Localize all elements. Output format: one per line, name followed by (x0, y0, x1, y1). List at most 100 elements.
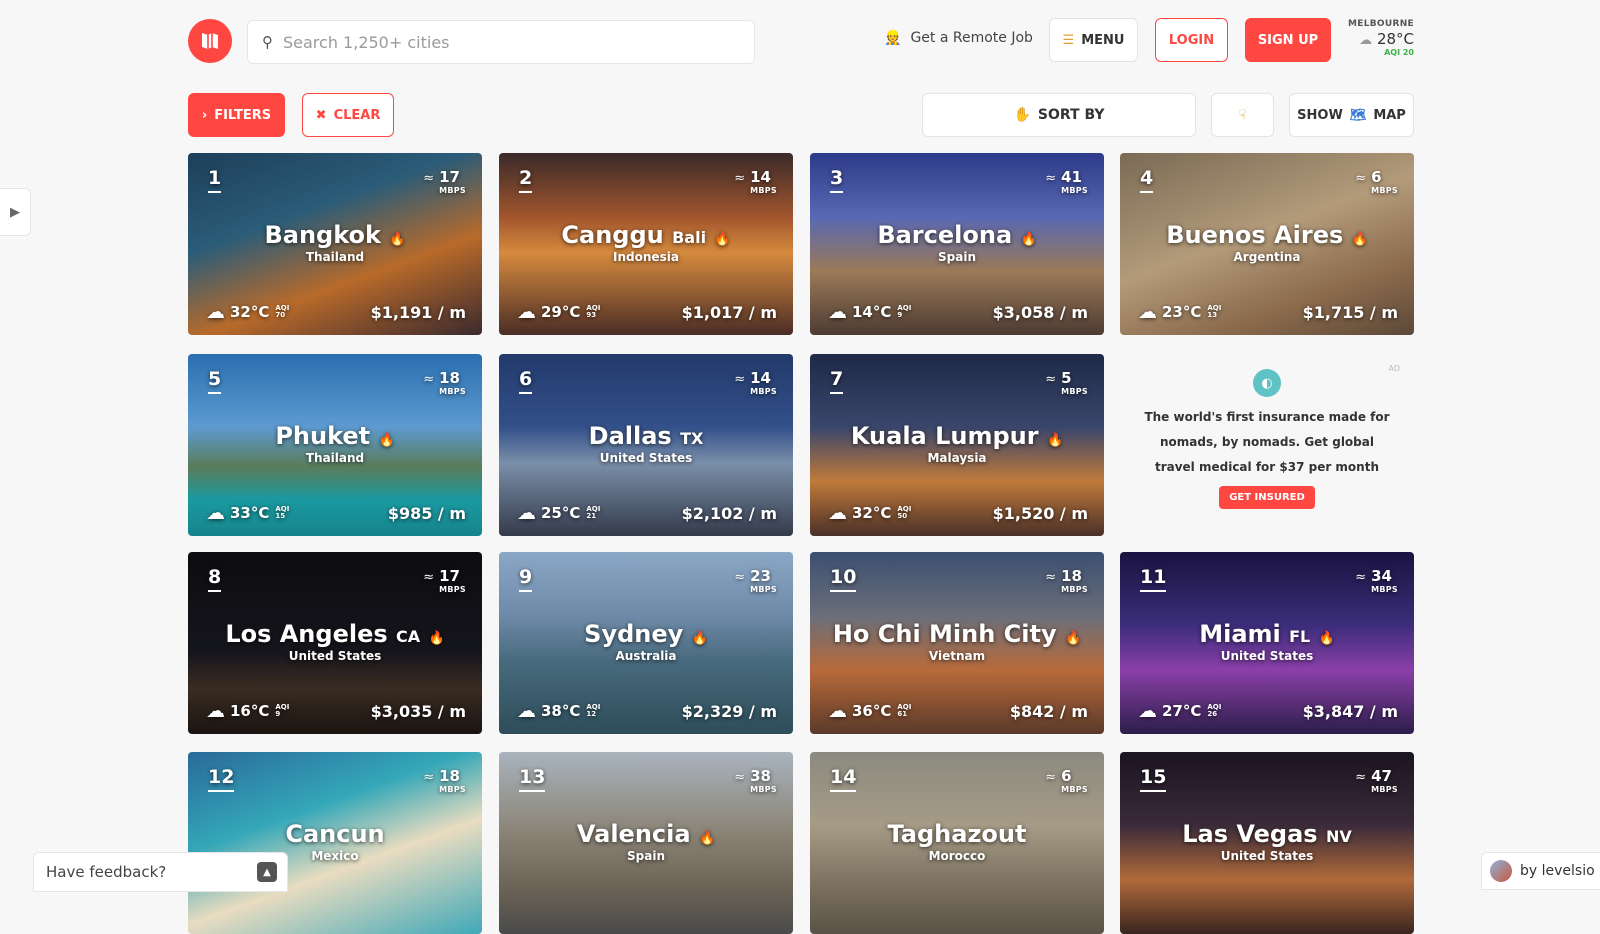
ad-text: The world's first insurance made for nom… (1144, 410, 1390, 474)
wifi-icon: ≈ (1045, 372, 1057, 387)
city-name-line: Bangkok 🔥 (188, 221, 482, 249)
city-cost: $1,520 / m (992, 503, 1088, 523)
city-title: Canggu Bali 🔥 Indonesia (499, 221, 793, 264)
city-title: Barcelona 🔥 Spain (810, 221, 1104, 264)
sort-direction-button[interactable]: ☟ (1211, 93, 1274, 137)
search-box[interactable]: ⚲ (247, 20, 755, 64)
city-card[interactable]: 12 ≈18 MBPS Cancun Mexico (188, 752, 482, 934)
aqi-value: 70 (275, 311, 286, 319)
city-card[interactable]: 6 ≈14 MBPS Dallas TX United States ☁ 25°C AQI 21… (499, 354, 793, 536)
city-country: Indonesia (613, 250, 679, 264)
city-rank: 11 (1140, 568, 1167, 592)
fire-icon: 🔥 (1318, 631, 1335, 646)
internet-speed: ≈17 MBPS (423, 566, 466, 595)
city-weather: ☁ 14°C AQI 9 (828, 301, 911, 323)
cloud-icon: ☁ (828, 700, 847, 722)
card-footer: ☁ 29°C AQI 93 $1,017 / m (517, 301, 777, 323)
sidebar-toggle[interactable]: ▶ (0, 188, 31, 236)
logo[interactable] (188, 19, 232, 63)
header-weather: MELBOURNE ☁ 28°C AQI 20 (1346, 19, 1414, 57)
clear-label: CLEAR (333, 107, 381, 123)
internet-speed: ≈6 MBPS (1355, 167, 1398, 196)
city-title: Miami FL 🔥 United States (1120, 620, 1414, 663)
clear-button[interactable]: ✖ CLEAR (302, 93, 394, 137)
fire-icon: 🔥 (389, 232, 406, 247)
mbps-unit: MBPS (439, 585, 466, 594)
get-insured-button[interactable]: GET INSURED (1219, 486, 1315, 509)
city-card[interactable]: 13 ≈38 MBPS Valencia 🔥 Spain (499, 752, 793, 934)
city-card[interactable]: 5 ≈18 MBPS Phuket 🔥 Thailand ☁ 33°C AQI 15 $985 /… (188, 354, 482, 536)
byline-badge[interactable]: by levelsio (1481, 852, 1600, 890)
city-weather: ☁ 32°C AQI 50 (828, 502, 911, 524)
city-card[interactable]: 2 ≈14 MBPS Canggu Bali 🔥 Indonesia ☁ 29°C AQI 93… (499, 153, 793, 335)
chevron-right-icon: › (201, 107, 208, 123)
cloud-icon: ☁ (206, 301, 225, 323)
filters-button[interactable]: › FILTERS (188, 93, 285, 137)
city-country: Morocco (928, 849, 986, 863)
aqi-value: 9 (897, 311, 903, 319)
city-weather: ☁ 27°C AQI 26 (1138, 700, 1221, 722)
aqi-badge: AQI 70 (275, 305, 289, 319)
city-temp: 16°C (230, 702, 270, 720)
byline-label: by levelsio (1520, 863, 1595, 879)
remote-job-link[interactable]: 👷 Get a Remote Job (884, 30, 1033, 46)
city-card[interactable]: 9 ≈23 MBPS Sydney 🔥 Australia ☁ 38°C AQI 12 $2,32… (499, 552, 793, 734)
city-weather: ☁ 25°C AQI 21 (517, 502, 600, 524)
wifi-icon: ≈ (734, 372, 746, 387)
city-name-line: Sydney 🔥 (499, 620, 793, 648)
menu-button[interactable]: ☰ MENU (1049, 18, 1138, 62)
city-name: Sydney (584, 620, 684, 648)
city-card[interactable]: 15 ≈47 MBPS Las Vegas NV United States (1120, 752, 1414, 934)
city-card[interactable]: 7 ≈5 MBPS Kuala Lumpur 🔥 Malaysia ☁ 32°C AQI 50 $… (810, 354, 1104, 536)
city-weather: ☁ 36°C AQI 61 (828, 700, 911, 722)
aqi-badge: AQI 26 (1207, 704, 1221, 718)
signup-button[interactable]: SIGN UP (1245, 18, 1331, 62)
city-cost: $3,058 / m (992, 302, 1088, 322)
mbps-value: 5 (1061, 369, 1072, 387)
internet-speed: ≈47 MBPS (1355, 766, 1398, 795)
show-map-button[interactable]: SHOW 🗺 MAP (1289, 93, 1414, 137)
shield-icon: ◐ (1253, 369, 1281, 397)
city-cost: $3,847 / m (1302, 701, 1398, 721)
city-rank: 6 (519, 370, 533, 394)
city-country: United States (599, 451, 693, 465)
aqi-value: 93 (586, 311, 597, 319)
city-card[interactable]: 4 ≈6 MBPS Buenos Aires 🔥 Argentina ☁ 23°C AQI 13… (1120, 153, 1414, 335)
aqi-value: 9 (275, 710, 281, 718)
city-country: Australia (615, 649, 677, 663)
worker-icon: 👷 (884, 30, 902, 46)
menu-label: MENU (1081, 32, 1125, 48)
city-name: Barcelona (877, 221, 1013, 249)
weather-aqi: AQI 20 (1384, 48, 1414, 57)
mbps-unit: MBPS (1061, 387, 1088, 396)
aqi-value: 61 (897, 710, 908, 718)
aqi-badge: AQI 9 (897, 305, 911, 319)
ad-card[interactable]: AD ◐ The world's first insurance made fo… (1120, 354, 1414, 536)
internet-speed: ≈18 MBPS (423, 368, 466, 397)
city-cost: $2,329 / m (681, 701, 777, 721)
sort-by-button[interactable]: ✋ SORT BY (922, 93, 1196, 137)
aqi-badge: AQI 93 (586, 305, 600, 319)
city-card[interactable]: 8 ≈17 MBPS Los Angeles CA 🔥 United States ☁ 16… (188, 552, 482, 734)
city-name-line: Dallas TX (499, 422, 793, 450)
ad-label: AD (1388, 364, 1400, 373)
card-footer: ☁ 33°C AQI 15 $985 / m (206, 502, 466, 524)
city-card[interactable]: 11 ≈34 MBPS Miami FL 🔥 United States ☁ 27°C AQI… (1120, 552, 1414, 734)
city-temp: 27°C (1162, 702, 1202, 720)
city-country: Malaysia (927, 451, 987, 465)
city-card[interactable]: 3 ≈41 MBPS Barcelona 🔥 Spain ☁ 14°C AQI 9 $3,058 … (810, 153, 1104, 335)
aqi-value: 12 (586, 710, 597, 718)
aqi-value: 26 (1207, 710, 1218, 718)
wifi-icon: ≈ (734, 171, 746, 186)
chevron-up-icon[interactable]: ▲ (257, 862, 277, 882)
mbps-value: 34 (1371, 567, 1392, 585)
fire-icon: 🔥 (1046, 433, 1064, 448)
city-card[interactable]: 14 ≈6 MBPS Taghazout Morocco (810, 752, 1104, 934)
city-rank: 3 (830, 169, 844, 193)
feedback-widget[interactable]: Have feedback? ▲ (33, 852, 288, 892)
city-country: Thailand (305, 250, 365, 264)
login-button[interactable]: LOGIN (1155, 18, 1228, 62)
city-card[interactable]: 10 ≈18 MBPS Ho Chi Minh City 🔥 Vietnam ☁ 36°C A… (810, 552, 1104, 734)
search-input[interactable] (283, 32, 703, 52)
city-card[interactable]: 1 ≈17 MBPS Bangkok 🔥 Thailand ☁ 32°C AQI 70 $1,19… (188, 153, 482, 335)
